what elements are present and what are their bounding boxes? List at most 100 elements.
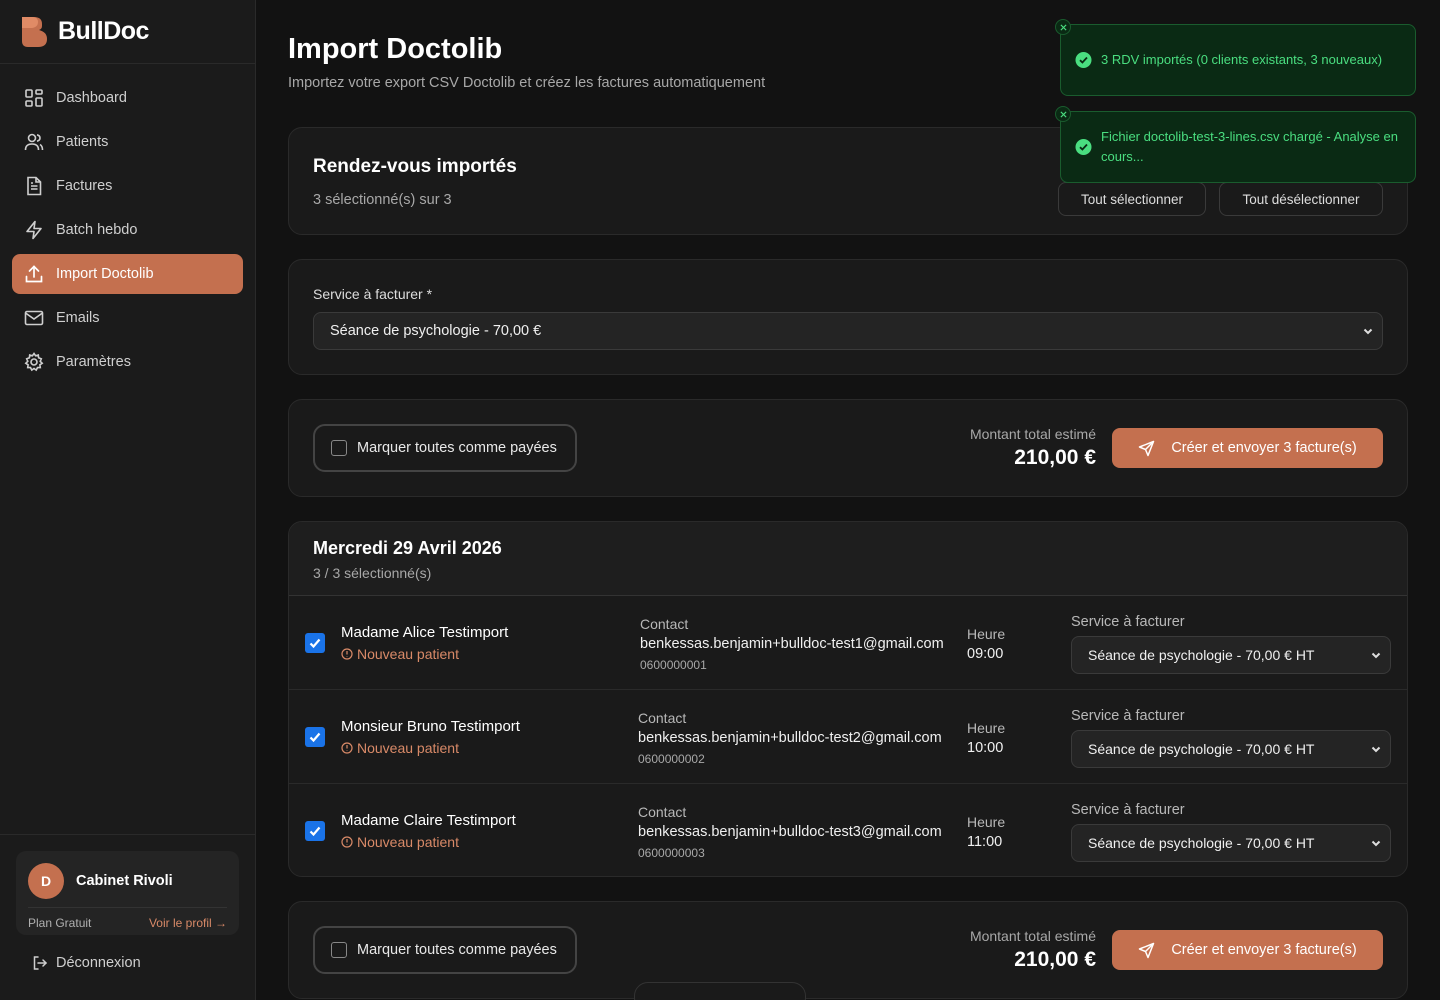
sidebar-nav: Dashboard Patients Factures Batch hebdo … bbox=[0, 64, 255, 400]
mark-all-paid-checkbox[interactable]: Marquer toutes comme payées bbox=[313, 424, 577, 472]
row-service-label: Service à facturer bbox=[1071, 802, 1185, 818]
logout-button[interactable]: Déconnexion bbox=[16, 935, 239, 971]
logout-icon bbox=[33, 956, 48, 970]
contact-label: Contact bbox=[638, 804, 687, 820]
page-subtitle: Importez votre export CSV Doctolib et cr… bbox=[288, 75, 766, 91]
close-icon[interactable] bbox=[1055, 106, 1071, 122]
total-label: Montant total estimé bbox=[969, 928, 1096, 944]
contact-phone: 0600000001 bbox=[640, 658, 707, 672]
time-label: Heure bbox=[967, 720, 1006, 736]
chevron-down-icon bbox=[1371, 746, 1381, 753]
sidebar-item-patients[interactable]: Patients bbox=[12, 122, 243, 162]
alert-circle-icon bbox=[341, 836, 353, 848]
brand[interactable]: BullDoc bbox=[0, 0, 255, 64]
toast-message: Fichier doctolib-test-3-lines.csv chargé… bbox=[1101, 129, 1398, 164]
create-send-label: Créer et envoyer 3 facture(s) bbox=[1171, 942, 1357, 958]
create-send-label: Créer et envoyer 3 facture(s) bbox=[1171, 440, 1357, 456]
alert-circle-icon bbox=[341, 742, 353, 754]
day-group-card: Mercredi 29 Avril 2026 3 / 3 sélectionné… bbox=[288, 521, 1408, 877]
check-circle-icon bbox=[1075, 52, 1092, 68]
deselect-all-button[interactable]: Tout désélectionner bbox=[1219, 182, 1383, 216]
contact-email: benkessas.benjamin+bulldoc-test2@gmail.c… bbox=[638, 730, 942, 746]
patient-status-label: Nouveau patient bbox=[357, 646, 459, 662]
create-send-invoices-button[interactable]: Créer et envoyer 3 facture(s) bbox=[1112, 930, 1383, 970]
row-service-select[interactable]: Séance de psychologie - 70,00 € HT bbox=[1071, 730, 1391, 768]
day-count: 3 / 3 sélectionné(s) bbox=[313, 565, 432, 581]
sidebar-item-import-doctolib[interactable]: Import Doctolib bbox=[12, 254, 243, 294]
patient-status: Nouveau patient bbox=[341, 834, 459, 850]
sidebar: BullDoc Dashboard Patients Factures Batc… bbox=[0, 0, 256, 1000]
avatar[interactable]: D bbox=[28, 863, 64, 899]
row-service-value: Séance de psychologie - 70,00 € HT bbox=[1088, 647, 1315, 663]
contact-email: benkessas.benjamin+bulldoc-test3@gmail.c… bbox=[638, 824, 942, 840]
chevron-down-icon bbox=[1371, 840, 1381, 847]
patient-name: Madame Alice Testimport bbox=[341, 624, 509, 641]
checkbox-box bbox=[331, 440, 347, 456]
upload-icon bbox=[25, 265, 43, 283]
mark-all-paid-label: Marquer toutes comme payées bbox=[357, 942, 557, 958]
total-label: Montant total estimé bbox=[969, 426, 1096, 442]
sidebar-item-label: Paramètres bbox=[56, 354, 131, 370]
check-icon bbox=[309, 732, 321, 743]
chevron-down-icon bbox=[1371, 652, 1381, 659]
day-header: Mercredi 29 Avril 2026 3 / 3 sélectionné… bbox=[289, 522, 1407, 596]
chevron-down-icon bbox=[1363, 328, 1373, 335]
contact-label: Contact bbox=[638, 710, 687, 726]
sidebar-item-batch-hebdo[interactable]: Batch hebdo bbox=[12, 210, 243, 250]
gear-icon bbox=[24, 352, 44, 372]
sidebar-item-label: Emails bbox=[56, 310, 100, 326]
contact-label: Contact bbox=[640, 616, 689, 632]
logout-label: Déconnexion bbox=[56, 955, 141, 971]
toast-message: 3 RDV importés (0 clients existants, 3 n… bbox=[1101, 52, 1383, 67]
actions-card-top: Marquer toutes comme payées Montant tota… bbox=[288, 399, 1408, 497]
service-card: Service à facturer * Séance de psycholog… bbox=[288, 259, 1408, 375]
toast-success: Fichier doctolib-test-3-lines.csv chargé… bbox=[1055, 106, 1416, 183]
time-value: 11:00 bbox=[967, 834, 1003, 850]
check-icon bbox=[309, 826, 321, 837]
bulldoc-logo-icon bbox=[22, 16, 47, 47]
create-send-invoices-button[interactable]: Créer et envoyer 3 facture(s) bbox=[1112, 428, 1383, 468]
brand-name: BullDoc bbox=[58, 17, 149, 45]
day-title: Mercredi 29 Avril 2026 bbox=[313, 538, 502, 558]
close-icon[interactable] bbox=[1055, 19, 1071, 35]
select-all-button[interactable]: Tout sélectionner bbox=[1058, 182, 1206, 216]
sidebar-item-dashboard[interactable]: Dashboard bbox=[12, 78, 243, 118]
contact-email: benkessas.benjamin+bulldoc-test1@gmail.c… bbox=[640, 636, 944, 652]
sidebar-item-emails[interactable]: Emails bbox=[12, 298, 243, 338]
sidebar-item-label: Import Doctolib bbox=[56, 266, 154, 282]
toast-success: 3 RDV importés (0 clients existants, 3 n… bbox=[1055, 19, 1416, 96]
imported-count: 3 sélectionné(s) sur 3 bbox=[313, 192, 452, 208]
profile-row: D Cabinet Rivoli bbox=[28, 863, 227, 908]
time-label: Heure bbox=[967, 814, 1006, 830]
sidebar-item-factures[interactable]: Factures bbox=[12, 166, 243, 206]
check-icon bbox=[309, 638, 321, 649]
row-service-select[interactable]: Séance de psychologie - 70,00 € HT bbox=[1071, 824, 1391, 862]
patient-name: Monsieur Bruno Testimport bbox=[341, 718, 520, 735]
row-service-label: Service à facturer bbox=[1071, 708, 1185, 724]
patient-status-label: Nouveau patient bbox=[357, 740, 459, 756]
service-label: Service à facturer * bbox=[313, 286, 433, 302]
appointment-row: Madame Claire Testimport Nouveau patient… bbox=[289, 784, 1407, 876]
view-profile-link[interactable]: Voir le profil → bbox=[149, 916, 227, 930]
sidebar-item-label: Dashboard bbox=[56, 90, 127, 106]
row-service-value: Séance de psychologie - 70,00 € HT bbox=[1088, 741, 1315, 757]
sidebar-item-parametres[interactable]: Paramètres bbox=[12, 342, 243, 382]
page-title: Import Doctolib bbox=[288, 33, 503, 65]
time-value: 10:00 bbox=[967, 740, 1004, 756]
sidebar-footer: D Cabinet Rivoli Plan Gratuit Voir le pr… bbox=[0, 834, 255, 987]
appointment-row: Madame Alice Testimport Nouveau patient … bbox=[289, 596, 1407, 690]
plan-label: Plan Gratuit bbox=[28, 916, 92, 930]
floating-toolbar[interactable] bbox=[634, 982, 806, 1000]
mail-icon bbox=[24, 310, 44, 326]
profile-name: Cabinet Rivoli bbox=[76, 873, 173, 889]
service-select[interactable]: Séance de psychologie - 70,00 € bbox=[313, 312, 1383, 350]
service-select-value: Séance de psychologie - 70,00 € bbox=[330, 323, 542, 339]
file-icon bbox=[27, 176, 42, 196]
appointment-row: Monsieur Bruno Testimport Nouveau patien… bbox=[289, 690, 1407, 784]
row-service-select[interactable]: Séance de psychologie - 70,00 € HT bbox=[1071, 636, 1391, 674]
sidebar-item-label: Batch hebdo bbox=[56, 222, 138, 238]
row-checkbox[interactable] bbox=[305, 633, 325, 653]
mark-all-paid-checkbox[interactable]: Marquer toutes comme payées bbox=[313, 926, 577, 974]
row-checkbox[interactable] bbox=[305, 821, 325, 841]
row-checkbox[interactable] bbox=[305, 727, 325, 747]
